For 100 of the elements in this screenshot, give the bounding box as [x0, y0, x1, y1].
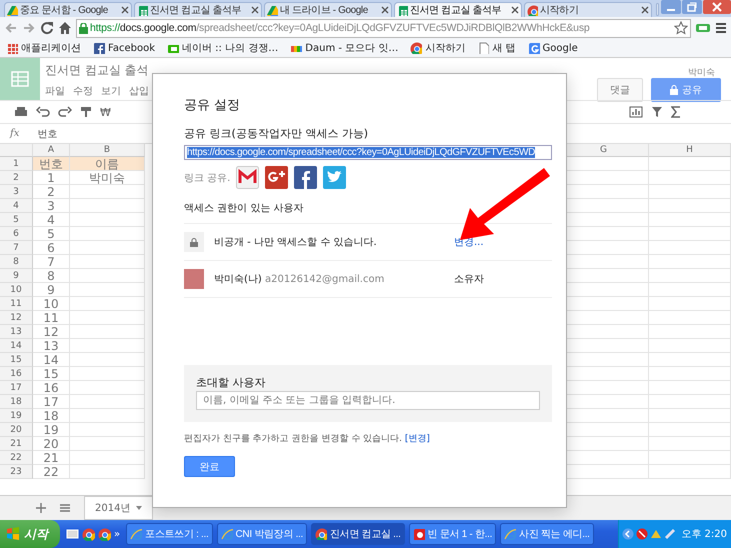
paint-format-icon[interactable] [80, 106, 92, 118]
print-icon[interactable] [14, 106, 28, 118]
close-icon[interactable] [703, 0, 731, 14]
bookmark[interactable]: Daum - 모으다 잇… [290, 41, 398, 55]
chart-icon[interactable] [629, 106, 643, 118]
corner-cell[interactable] [0, 144, 33, 157]
taskbar-button[interactable]: 사진 찍는 에디... [500, 523, 594, 545]
taskbar-button[interactable]: 빈 문서 1 - 한... [408, 523, 496, 545]
bookmark[interactable]: 새 탭 [477, 41, 516, 55]
minimize-icon[interactable] [661, 0, 681, 14]
table-cell: 3 [33, 199, 70, 213]
row-header[interactable]: 4 [0, 199, 33, 213]
menu-item[interactable]: 보기 [101, 84, 121, 98]
blocked-icon[interactable] [636, 528, 648, 540]
share-button[interactable]: 공유 [651, 78, 721, 102]
photo-placeholder [184, 269, 204, 289]
row-header[interactable]: 14 [0, 339, 33, 353]
table-cell: 15 [33, 367, 70, 381]
menu-item[interactable]: 파일 [45, 84, 65, 98]
row-header[interactable]: 2 [0, 171, 33, 185]
row-header[interactable]: 21 [0, 437, 33, 451]
home-icon[interactable] [58, 21, 72, 35]
sheet-list-icon[interactable] [60, 503, 70, 513]
row-header[interactable]: 7 [0, 241, 33, 255]
globe-e-icon [220, 528, 232, 540]
facebook-icon[interactable] [294, 166, 318, 189]
row-header[interactable]: 11 [0, 297, 33, 311]
row-header[interactable]: 1 [0, 157, 33, 171]
row-header[interactable]: 12 [0, 311, 33, 325]
desktop-icon[interactable] [66, 528, 79, 540]
browser-tab[interactable]: 진서면 컴교실 출석부 [134, 2, 262, 17]
row-header[interactable]: 18 [0, 395, 33, 409]
taskbar-button[interactable]: 진서면 컴교실 ... [311, 523, 405, 545]
chevron-icon[interactable] [622, 528, 634, 540]
menu-item[interactable]: 삽입 [129, 84, 149, 98]
row-header[interactable]: 10 [0, 283, 33, 297]
done-button[interactable]: 완료 [184, 456, 235, 477]
menu-icon[interactable] [715, 22, 727, 34]
browser-tab[interactable]: 진서면 컴교실 출석부 [394, 2, 522, 17]
table-cell: 17 [33, 395, 70, 409]
comments-button[interactable]: 댓글 [597, 78, 643, 102]
more-button[interactable]: » [114, 528, 120, 540]
row-header[interactable]: 13 [0, 325, 33, 339]
taskbar-button[interactable]: 포스트쓰기 : ... [126, 523, 212, 545]
bookmark[interactable]: 네이버 :: 나의 경쟁… [167, 41, 278, 55]
facebook-logo-icon [93, 42, 105, 54]
bird-icon[interactable] [323, 166, 346, 189]
browser-tab[interactable]: 시작하기 [524, 2, 652, 17]
undo-icon[interactable] [36, 106, 50, 118]
close-icon[interactable] [641, 6, 649, 14]
column-header[interactable]: A [33, 144, 70, 157]
restore-icon[interactable] [682, 0, 702, 14]
reload-icon[interactable] [40, 21, 54, 35]
row-header[interactable]: 22 [0, 451, 33, 465]
chrome-logo-icon [82, 528, 95, 540]
browser-tab[interactable]: 내 드라이브 - Google [264, 2, 392, 17]
start-button[interactable]: 시작 [0, 520, 60, 548]
row-header[interactable]: 15 [0, 353, 33, 367]
browser-tab[interactable]: 중요 문서함 - Google [4, 2, 132, 17]
row-header[interactable]: 3 [0, 185, 33, 199]
menu-item[interactable]: 수정 [73, 84, 93, 98]
row-header[interactable]: 6 [0, 227, 33, 241]
table-cell: 1 [33, 171, 70, 185]
row-header[interactable]: 20 [0, 423, 33, 437]
row-header[interactable]: 19 [0, 409, 33, 423]
star-icon[interactable] [674, 21, 688, 35]
row-header[interactable]: 17 [0, 381, 33, 395]
filter-icon[interactable] [651, 106, 663, 118]
redo-icon[interactable] [58, 106, 72, 118]
row-header[interactable]: 16 [0, 367, 33, 381]
add-sheet-icon[interactable] [36, 503, 46, 513]
row-header[interactable]: 9 [0, 269, 33, 283]
google-plus-icon[interactable] [265, 166, 288, 189]
bookmark[interactable]: 애플리케이션 [6, 41, 81, 55]
close-icon[interactable] [251, 6, 259, 14]
column-header[interactable]: H [649, 144, 731, 157]
sheet-tab[interactable]: 2014년 [84, 496, 154, 520]
bookmark[interactable]: Facebook [93, 42, 155, 54]
close-icon[interactable] [121, 6, 129, 14]
table-cell: 21 [33, 451, 70, 465]
row-header[interactable]: 5 [0, 213, 33, 227]
formula-input[interactable]: 번호 [37, 126, 58, 140]
close-icon[interactable] [511, 6, 519, 14]
bookmark[interactable]: 시작하기 [410, 41, 466, 55]
address-bar[interactable]: https://docs.google.com/spreadsheet/ccc?key=0AgLUideiDjLQdGFVZUFTVEc5WDJiRDBlQlB2WWhHckE&usp [76, 18, 691, 38]
user-name[interactable]: 박미숙 [688, 66, 715, 79]
invite-input-field[interactable]: 이름, 이메일 주소 또는 그룹을 입력합니다. [196, 391, 540, 410]
mail-icon[interactable] [236, 166, 260, 189]
taskbar-button[interactable]: CNI 박림장의 ... [216, 523, 308, 545]
table-cell: 12 [33, 325, 70, 339]
close-icon[interactable] [381, 6, 389, 14]
clock: 오후 2:20 [681, 528, 727, 541]
column-header[interactable]: B [70, 144, 145, 157]
row-header[interactable]: 23 [0, 465, 33, 479]
share-link-field[interactable]: https://docs.google.com/spreadsheet/ccc?key=0AgLUideiDjLQdGFVZUFTVEc5WD [184, 145, 552, 160]
row-header[interactable]: 8 [0, 255, 33, 269]
currency-format-button[interactable]: ₩ [100, 106, 111, 118]
change-link[interactable]: [변경] [404, 434, 430, 444]
sum-icon[interactable] [671, 106, 681, 118]
bookmark[interactable]: Google [528, 42, 578, 54]
